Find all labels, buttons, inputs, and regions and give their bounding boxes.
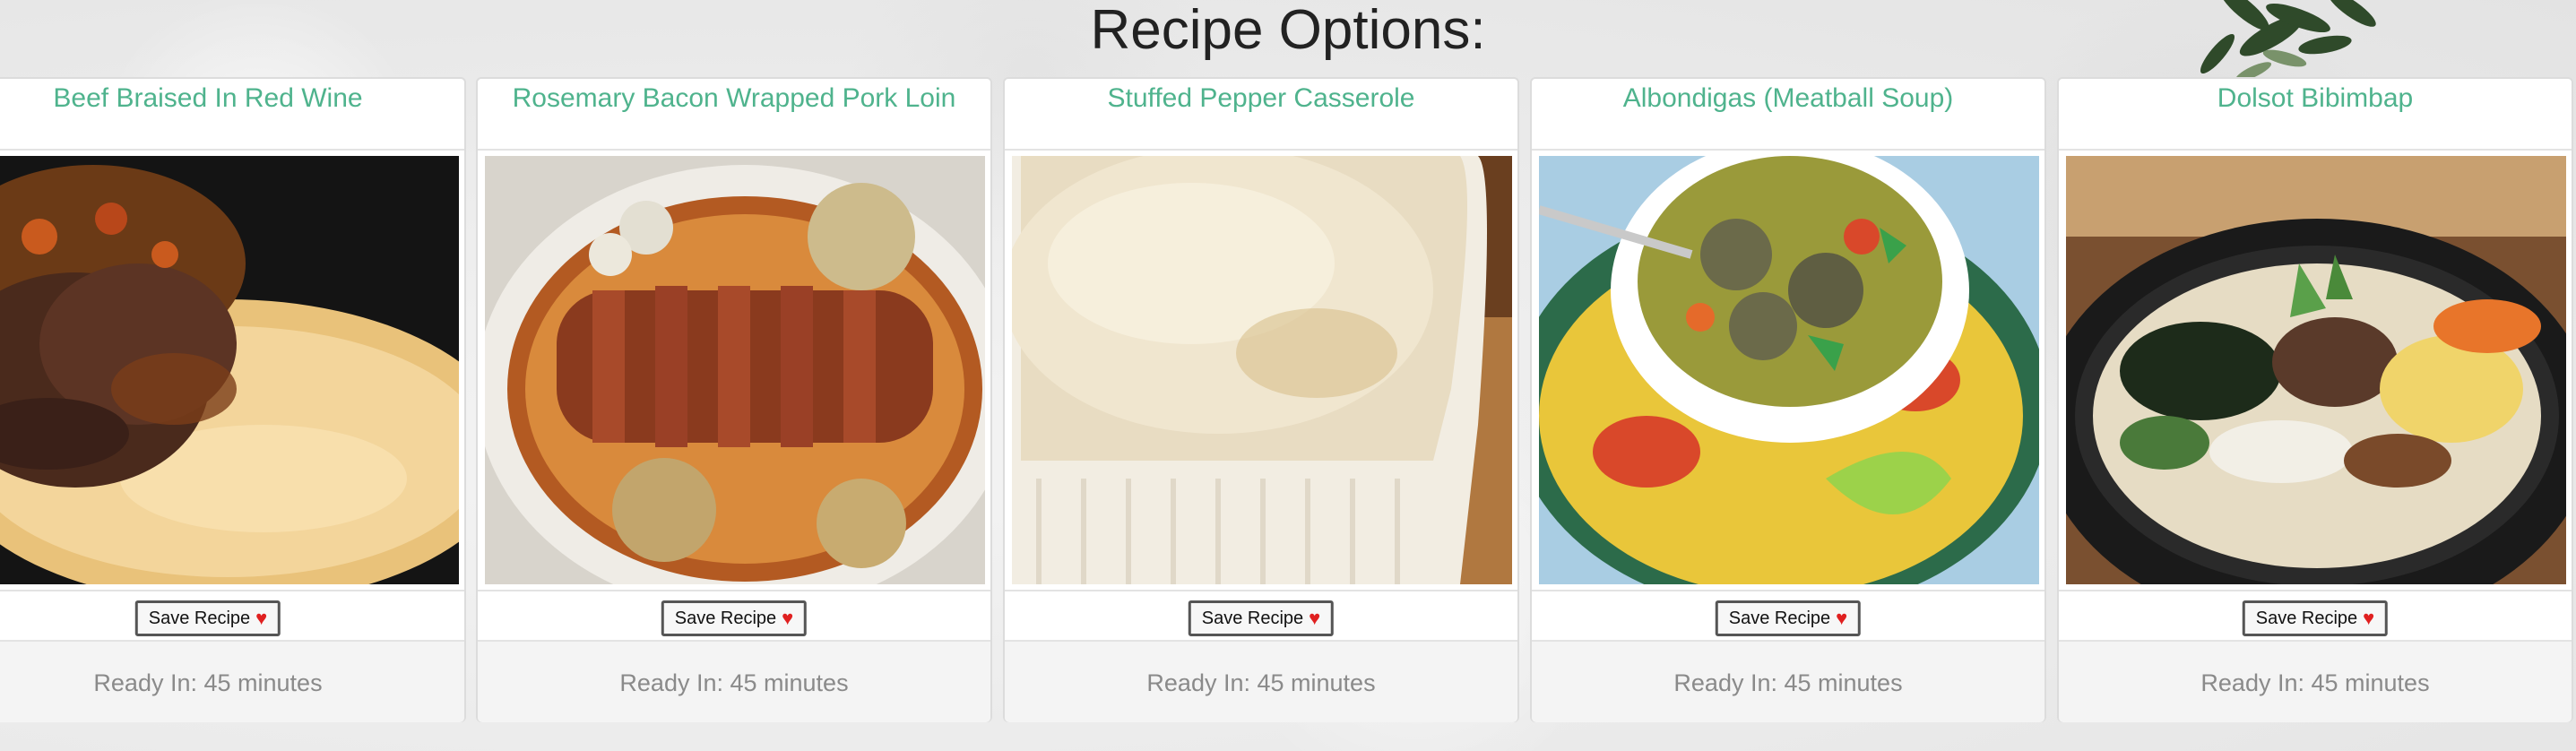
save-recipe-label: Save Recipe bbox=[148, 608, 251, 628]
heart-icon: ♥ bbox=[1309, 607, 1321, 629]
recipe-card: Dolsot Bibimbap Save Recipe ♥ Ready In: … bbox=[2057, 77, 2573, 722]
recipe-title-link[interactable]: Beef Braised In Red Wine bbox=[0, 79, 464, 149]
recipe-image-frame bbox=[478, 149, 990, 591]
recipe-card: Rosemary Bacon Wrapped Pork Loin Save Re… bbox=[476, 77, 992, 722]
ready-time: Ready In: 45 minutes bbox=[1532, 640, 2044, 722]
recipe-title-link[interactable]: Albondigas (Meatball Soup) bbox=[1532, 79, 2044, 149]
recipe-image-frame bbox=[1005, 149, 1517, 591]
recipe-card: Albondigas (Meatball Soup) Save Recipe ♥… bbox=[1530, 77, 2046, 722]
save-recipe-button[interactable]: Save Recipe ♥ bbox=[134, 600, 281, 636]
ready-time: Ready In: 45 minutes bbox=[2059, 640, 2572, 722]
recipe-card: Stuffed Pepper Casserole Save Recipe ♥ R… bbox=[1003, 77, 1519, 722]
save-recipe-label: Save Recipe bbox=[2255, 608, 2358, 628]
recipe-card: Beef Braised In Red Wine Save Recipe ♥ R… bbox=[0, 77, 466, 722]
recipe-image-frame bbox=[1532, 149, 2044, 591]
recipe-image[interactable] bbox=[0, 156, 459, 584]
recipe-title-link[interactable]: Dolsot Bibimbap bbox=[2059, 79, 2572, 149]
recipe-title-link[interactable]: Rosemary Bacon Wrapped Pork Loin bbox=[478, 79, 990, 149]
save-recipe-button[interactable]: Save Recipe ♥ bbox=[2242, 600, 2389, 636]
heart-icon: ♥ bbox=[255, 607, 268, 629]
save-recipe-label: Save Recipe bbox=[1201, 608, 1304, 628]
recipe-image[interactable] bbox=[1539, 156, 2039, 584]
heart-icon: ♥ bbox=[782, 607, 794, 629]
save-recipe-button[interactable]: Save Recipe ♥ bbox=[1715, 600, 1862, 636]
page-title: Recipe Options: bbox=[1090, 0, 1486, 61]
recipe-image[interactable] bbox=[1012, 156, 1512, 584]
save-recipe-label: Save Recipe bbox=[674, 608, 777, 628]
save-recipe-button[interactable]: Save Recipe ♥ bbox=[661, 600, 808, 636]
ready-time: Ready In: 45 minutes bbox=[478, 640, 990, 722]
recipe-image-frame bbox=[2059, 149, 2572, 591]
save-recipe-label: Save Recipe bbox=[1728, 608, 1831, 628]
save-recipe-button[interactable]: Save Recipe ♥ bbox=[1188, 600, 1335, 636]
recipe-image[interactable] bbox=[2066, 156, 2566, 584]
recipe-image-frame bbox=[0, 149, 464, 591]
recipe-image[interactable] bbox=[485, 156, 985, 584]
recipe-title-link[interactable]: Stuffed Pepper Casserole bbox=[1005, 79, 1517, 149]
ready-time: Ready In: 45 minutes bbox=[0, 640, 464, 722]
ready-time: Ready In: 45 minutes bbox=[1005, 640, 1517, 722]
heart-icon: ♥ bbox=[2363, 607, 2375, 629]
heart-icon: ♥ bbox=[1836, 607, 1848, 629]
